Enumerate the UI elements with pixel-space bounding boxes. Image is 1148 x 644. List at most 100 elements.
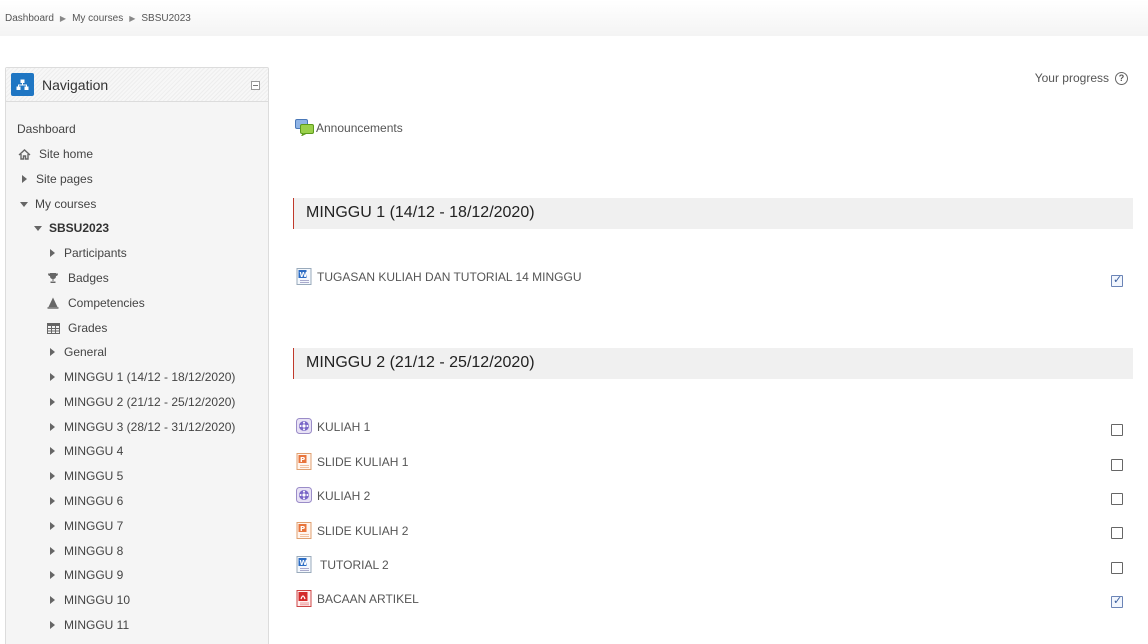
nav-item-label: MINGGU 8: [64, 544, 124, 558]
activity-label: SLIDE KULIAH 1: [317, 454, 409, 469]
expand-icon: [50, 596, 55, 604]
breadcrumb-separator-icon: ▶: [59, 14, 67, 23]
collapse-icon[interactable]: [251, 81, 260, 90]
activity-label: KULIAH 2: [317, 488, 371, 503]
expand-icon: [50, 472, 55, 480]
top-bar: Dashboard ▶ My courses ▶ SBSU2023: [0, 0, 1148, 36]
nav-item-label: MINGGU 5: [64, 469, 124, 483]
nav-item-label: MINGGU 2 (21/12 - 25/12/2020): [64, 395, 236, 409]
expand-icon: [50, 423, 55, 431]
expand-icon: [50, 398, 55, 406]
collapse-arrow-icon: [20, 201, 28, 207]
navigation-title: Navigation: [42, 77, 109, 93]
breadcrumb-separator-icon: ▶: [129, 14, 136, 23]
completion-checkbox[interactable]: [1111, 493, 1123, 505]
nav-item-label: MINGGU 9: [64, 568, 124, 582]
nav-item-label: SBSU2023: [49, 221, 110, 235]
nav-item-site-home[interactable]: Site home: [17, 147, 93, 161]
nav-item-label: MINGGU 4: [64, 444, 124, 458]
sitemap-icon: [11, 73, 34, 96]
activity-label: TUTORIAL 2: [320, 557, 389, 572]
activity-slide-kuliah-2[interactable]: P SLIDE KULIAH 2: [296, 522, 408, 539]
expand-icon: [50, 348, 55, 356]
nav-item-site-pages[interactable]: Site pages: [22, 172, 93, 186]
pdf-icon: [296, 590, 313, 607]
expand-icon: [50, 571, 55, 579]
nav-item-minggu-5[interactable]: MINGGU 5: [50, 469, 123, 483]
breadcrumb-dashboard[interactable]: Dashboard: [5, 13, 54, 24]
expand-icon: [50, 522, 55, 530]
word-doc-icon: W: [296, 556, 313, 573]
expand-icon: [22, 175, 27, 183]
home-icon: [17, 148, 31, 161]
video-icon: [296, 418, 313, 435]
nav-item-label: Badges: [68, 271, 109, 285]
your-progress: Your progress ?: [1035, 71, 1128, 85]
completion-checkbox[interactable]: [1111, 459, 1123, 471]
nav-item-label: MINGGU 1 (14/12 - 18/12/2020): [64, 370, 236, 384]
nav-item-dashboard[interactable]: Dashboard: [17, 122, 76, 136]
table-icon: [46, 322, 60, 335]
nav-item-minggu-8[interactable]: MINGGU 8: [50, 544, 123, 558]
activity-label: SLIDE KULIAH 2: [317, 523, 409, 538]
word-doc-icon: W: [296, 268, 313, 285]
nav-item-minggu-9[interactable]: MINGGU 9: [50, 568, 123, 582]
nav-item-minggu-11[interactable]: MINGGU 11: [50, 618, 129, 632]
nav-item-label: General: [64, 345, 107, 359]
nav-item-minggu-4[interactable]: MINGGU 4: [50, 444, 123, 458]
nav-item-minggu-1[interactable]: MINGGU 1 (14/12 - 18/12/2020): [50, 370, 235, 384]
completion-checkbox[interactable]: [1111, 562, 1123, 574]
activity-slide-kuliah-1[interactable]: P SLIDE KULIAH 1: [296, 453, 408, 470]
activity-label: KULIAH 1: [317, 419, 371, 434]
nav-item-minggu-2[interactable]: MINGGU 2 (21/12 - 25/12/2020): [50, 395, 235, 409]
completion-checkbox[interactable]: [1111, 527, 1123, 539]
nav-item-participants[interactable]: Participants: [50, 246, 127, 260]
activity-label: BACAAN ARTIKEL: [317, 591, 419, 606]
completion-checkbox[interactable]: [1111, 594, 1123, 608]
nav-item-course[interactable]: SBSU2023: [34, 221, 109, 235]
breadcrumb: Dashboard ▶ My courses ▶ SBSU2023: [5, 13, 191, 24]
completion-checkbox[interactable]: [1111, 424, 1123, 436]
svg-text:W: W: [300, 559, 308, 567]
nav-item-minggu-7[interactable]: MINGGU 7: [50, 519, 123, 533]
expand-icon: [50, 621, 55, 629]
nav-item-competencies[interactable]: Competencies: [46, 296, 145, 310]
nav-item-badges[interactable]: Badges: [46, 271, 109, 285]
expand-icon: [50, 547, 55, 555]
collapse-arrow-icon: [34, 225, 42, 231]
breadcrumb-course[interactable]: SBSU2023: [141, 13, 190, 24]
activity-tugasan[interactable]: W TUGASAN KULIAH DAN TUTORIAL 14 MINGGU: [296, 268, 582, 285]
progress-label: Your progress: [1034, 71, 1109, 85]
breadcrumb-my-courses[interactable]: My courses: [72, 13, 123, 24]
nav-item-minggu-3[interactable]: MINGGU 3 (28/12 - 31/12/2020): [50, 420, 235, 434]
nav-item-label: MINGGU 3 (28/12 - 31/12/2020): [64, 420, 236, 434]
activity-kuliah-2[interactable]: KULIAH 2: [296, 487, 370, 504]
activity-tutorial-2[interactable]: W TUTORIAL 2: [296, 556, 389, 573]
expand-icon: [50, 497, 55, 505]
nav-item-my-courses[interactable]: My courses: [20, 197, 96, 211]
nav-item-label: MINGGU 11: [64, 618, 130, 632]
section-heading-minggu-1: MINGGU 1 (14/12 - 18/12/2020): [293, 198, 1133, 229]
nav-item-minggu-10[interactable]: MINGGU 10: [50, 593, 130, 607]
nav-item-label: Competencies: [68, 296, 145, 310]
nav-item-grades[interactable]: Grades: [46, 321, 107, 335]
activity-label: TUGASAN KULIAH DAN TUTORIAL 14 MINGGU: [317, 269, 582, 284]
expand-icon: [50, 373, 55, 381]
help-icon[interactable]: ?: [1115, 71, 1128, 85]
nav-item-label: MINGGU 7: [64, 519, 124, 533]
nav-item-minggu-6[interactable]: MINGGU 6: [50, 494, 123, 508]
competencies-icon: [46, 297, 60, 310]
activity-kuliah-1[interactable]: KULIAH 1: [296, 418, 370, 435]
announcements-link[interactable]: Announcements: [295, 119, 403, 137]
expand-icon: [50, 447, 55, 455]
nav-item-label: MINGGU 6: [64, 494, 124, 508]
activity-bacaan-artikel[interactable]: BACAAN ARTIKEL: [296, 590, 419, 607]
nav-item-label: Site home: [39, 147, 94, 161]
section-heading-minggu-2: MINGGU 2 (21/12 - 25/12/2020): [293, 348, 1133, 379]
nav-item-label: Site pages: [36, 172, 93, 186]
expand-icon: [50, 249, 55, 257]
completion-checkbox[interactable]: [1111, 273, 1123, 287]
nav-item-general[interactable]: General: [50, 345, 107, 359]
nav-item-label: Grades: [68, 321, 108, 335]
svg-text:W: W: [300, 271, 308, 279]
